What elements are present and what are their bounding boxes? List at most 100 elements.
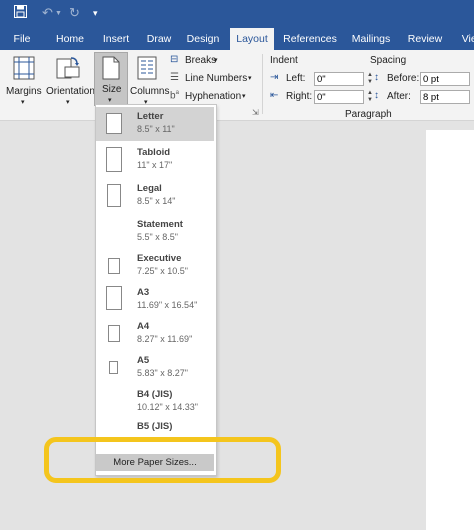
redo-icon[interactable]: ↻ [69,5,80,21]
page-size-icon [109,361,118,374]
breaks-button[interactable]: ⊟ Breaks ▾ [170,54,248,69]
chevron-down-icon: ▾ [248,75,252,82]
ribbon-tabs: File Home Insert Draw Design Layout Refe… [0,28,474,50]
page-size-icon [108,325,120,342]
spacing-before-input[interactable]: 0 pt [420,72,470,86]
option-name: B5 (JIS) [137,421,173,432]
customize-icon[interactable]: ▾ [93,8,98,19]
columns-icon [137,56,157,80]
size-icon [102,56,120,80]
save-icon[interactable] [14,5,27,21]
option-dims: 7.25" x 10.5" [137,266,188,276]
size-option-a5[interactable]: A5 5.83" x 8.27" [96,351,214,385]
spacing-after-icon: ↕ [374,90,379,101]
group-divider [262,54,263,114]
spacing-before-icon: ↕ [374,72,379,83]
indent-right-input[interactable]: 0" [314,90,364,104]
option-name: Tabloid [137,147,171,158]
tab-layout[interactable]: Layout [230,28,274,50]
margins-button[interactable]: Margins ▾ [6,54,42,106]
right-label: Right: [286,91,313,102]
hyphenation-icon: ba [170,90,179,102]
title-bar: ↶ ▼ ↻ ▾ [0,0,474,28]
option-name: Executive [137,253,182,264]
chevron-down-icon: ▾ [242,93,246,100]
indent-left-input[interactable]: 0" [314,72,364,86]
orientation-label: Orientation [46,86,95,97]
size-option-tabloid[interactable]: Tabloid 11" x 17" [96,143,214,177]
tab-home[interactable]: Home [50,28,90,50]
option-dims: 10.12" x 14.33" [137,402,198,412]
option-dims: 8.5" x 14" [137,196,176,206]
size-option-letter[interactable]: Letter 8.5" x 11" [96,107,214,141]
line-numbers-icon: ☰ [170,72,179,83]
tab-design[interactable]: Design [183,28,223,50]
size-dropdown: Letter 8.5" x 11" Tabloid 11" x 17" Lega… [95,104,217,476]
before-label: Before: [387,73,420,84]
option-name: Statement [137,219,183,230]
chevron-down-icon: ▾ [214,57,218,64]
left-label: Left: [286,73,306,84]
option-name: A5 [137,355,150,366]
option-name: A3 [137,287,150,298]
columns-button[interactable]: Columns ▾ [130,54,169,106]
option-dims: 5.83" x 8.27" [137,368,188,378]
columns-label: Columns [130,86,170,97]
page-size-icon [106,113,122,134]
highlight-annotation [44,437,281,483]
size-option-a3[interactable]: A3 11.69" x 16.54" [96,283,214,317]
hyphenation-button[interactable]: ba Hyphenation ▾ [170,90,260,105]
undo-icon[interactable]: ↶ [42,5,53,21]
page-size-icon [106,286,122,310]
size-option-executive[interactable]: Executive 7.25" x 10.5" [96,249,214,283]
size-option-b4-jis[interactable]: B4 (JIS) 10.12" x 14.33" [96,385,214,419]
option-name: Legal [137,183,162,194]
size-label: Size [102,84,122,95]
indent-right-spinner[interactable]: ▲ ▼ [366,90,374,104]
size-option-legal[interactable]: Legal 8.5" x 14" [96,179,214,213]
indent-left-spinner[interactable]: ▲ ▼ [366,72,374,86]
orientation-icon [56,57,80,79]
page-size-icon [106,147,122,172]
tab-review[interactable]: Review [404,28,446,50]
margins-label: Margins [6,86,42,97]
chevron-down-icon: ▾ [21,99,25,106]
tab-file[interactable]: File [8,28,36,50]
ribbon: Margins ▾ Orientation ▾ Size ▾ Columns ▾… [0,50,474,121]
option-dims: 8.27" x 11.69" [137,334,193,344]
page-setup-launcher-icon[interactable]: ⇲ [252,108,259,117]
chevron-down-icon: ▾ [108,97,112,104]
chevron-down-icon[interactable]: ▼ [55,10,62,17]
indent-header: Indent [270,55,298,66]
option-dims: 5.5" x 8.5" [137,232,178,242]
margins-icon [13,56,35,80]
line-numbers-button[interactable]: ☰ Line Numbers ▾ [170,72,260,87]
indent-left-icon: ⇥ [270,72,279,83]
breaks-label: Breaks [185,55,217,66]
size-option-statement[interactable]: Statement 5.5" x 8.5" [96,215,214,249]
indent-right-icon: ⇤ [270,90,279,101]
option-name: Letter [137,111,164,122]
option-dims: 11" x 17" [137,160,173,170]
spacing-after-input[interactable]: 8 pt [420,90,470,104]
orientation-button[interactable]: Orientation ▾ [46,54,95,106]
after-label: After: [387,91,411,102]
option-dims: 11.69" x 16.54" [137,300,198,310]
line-numbers-label: Line Numbers [185,73,248,84]
tab-references[interactable]: References [282,28,338,50]
paragraph-group-label: Paragraph [345,109,392,120]
tab-mailings[interactable]: Mailings [348,28,394,50]
option-dims: 8.5" x 11" [137,124,175,134]
size-option-a4[interactable]: A4 8.27" x 11.69" [96,317,214,351]
breaks-icon: ⊟ [170,54,179,65]
document-page[interactable] [426,130,474,530]
hyphenation-label: Hyphenation [185,91,242,102]
page-size-icon [107,184,121,207]
spacing-header: Spacing [370,55,407,66]
tab-insert[interactable]: Insert [96,28,136,50]
tab-view[interactable]: View [456,28,474,50]
page-size-icon [108,258,120,274]
chevron-down-icon: ▾ [66,99,70,106]
size-button[interactable]: Size ▾ [94,52,128,106]
tab-draw[interactable]: Draw [142,28,176,50]
